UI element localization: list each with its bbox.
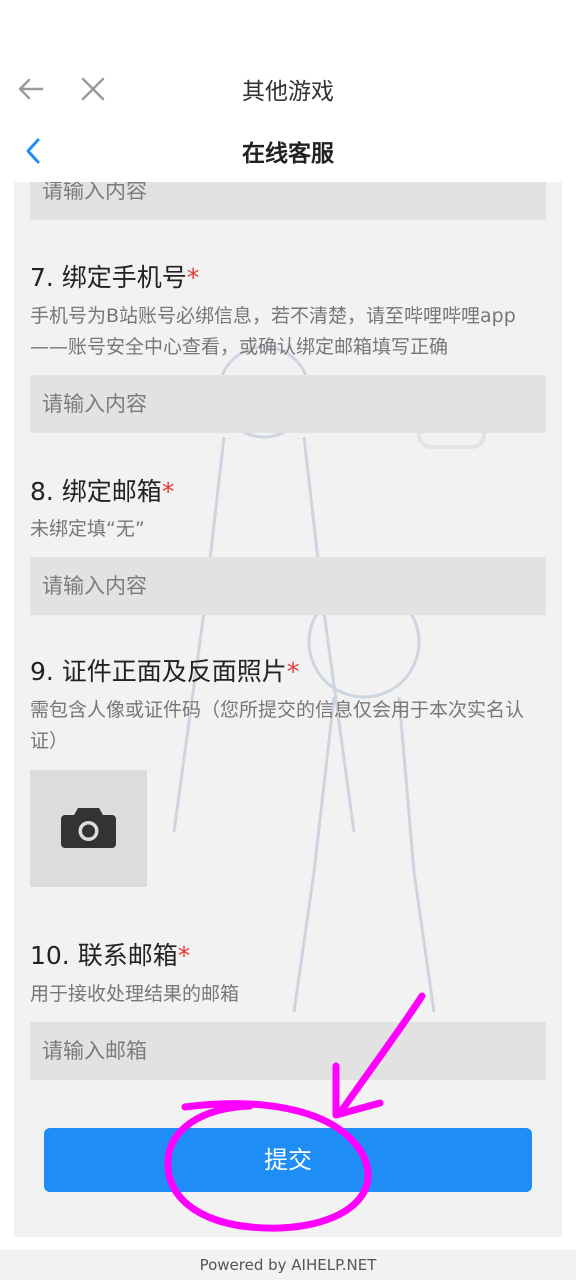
question-10-title: 10. 联系邮箱* <box>30 936 190 972</box>
photo-upload-button[interactable] <box>30 770 147 887</box>
top-bar-title: 其他游戏 <box>242 79 334 105</box>
question-9-desc: 需包含人像或证件码（您所提交的信息仅会用于本次实名认证） <box>30 699 525 752</box>
question-9-label: 9. 证件正面及反面照片 <box>30 657 287 686</box>
submit-button[interactable]: 提交 <box>44 1128 532 1192</box>
form-card[interactable]: 请输入内容 7. 绑定手机号* 手机号为B站账号必绑信息，若不清楚，请至哔哩哔哩… <box>14 182 562 1237</box>
required-mark: * <box>177 941 191 970</box>
question-7-title: 7. 绑定手机号* <box>30 258 199 294</box>
page-header: 在线客服 <box>0 120 576 182</box>
question-8-title: 8. 绑定邮箱* <box>30 472 174 508</box>
camera-icon <box>61 808 116 848</box>
phone-input[interactable]: 请输入内容 <box>30 375 546 433</box>
question-8-desc: 未绑定填“无” <box>30 518 145 540</box>
question-10-label: 10. 联系邮箱 <box>30 941 178 970</box>
required-mark: * <box>186 263 200 292</box>
browser-top-bar: 其他游戏 <box>0 58 576 121</box>
required-mark: * <box>286 657 300 686</box>
email-bound-input[interactable]: 请输入内容 <box>30 557 546 615</box>
contact-email-input[interactable]: 请输入邮箱 <box>30 1022 546 1080</box>
powered-by-footer: Powered by AIHELP.NET <box>0 1250 576 1280</box>
question-7-label: 7. 绑定手机号 <box>30 263 187 292</box>
required-mark: * <box>161 477 175 506</box>
question-7-desc: 手机号为B站账号必绑信息，若不清楚，请至哔哩哔哩app——账号安全中心查看，或确… <box>30 305 516 358</box>
question-10-desc: 用于接收处理结果的邮箱 <box>30 983 240 1005</box>
page-title: 在线客服 <box>242 141 334 167</box>
prev-answer-input[interactable]: 请输入内容 <box>30 182 546 220</box>
question-9-title: 9. 证件正面及反面照片* <box>30 652 299 688</box>
question-8-label: 8. 绑定邮箱 <box>30 477 162 506</box>
